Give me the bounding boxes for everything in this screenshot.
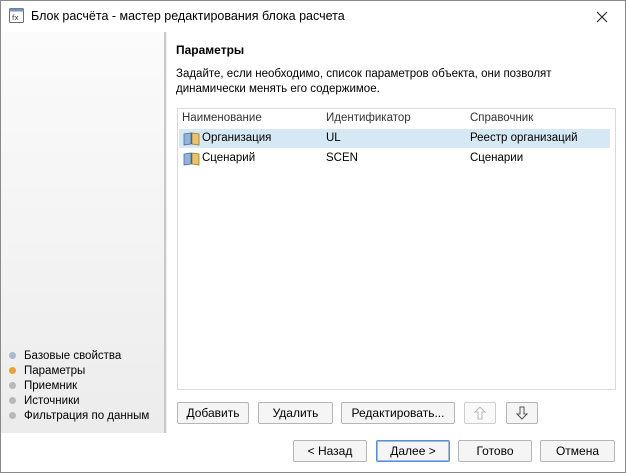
step-base-properties[interactable]: Базовые свойства [9,348,149,363]
cell-identifier: UL [326,132,341,144]
step-indicator-dot [9,412,16,419]
cancel-button[interactable]: Отмена [540,440,615,462]
page-title: Параметры [176,43,245,57]
move-down-button[interactable] [506,402,538,424]
step-indicator-dot [9,397,16,404]
cell-dictionary: Сценарии [470,152,524,164]
wizard-steps-list: Базовые свойства Параметры Приемник Исто… [9,348,149,423]
window-title: Блок расчёта - мастер редактирования бло… [31,9,345,23]
page-description: Задайте, если необходимо, список парамет… [176,68,552,95]
column-header-identifier[interactable]: Идентификатор [326,112,411,124]
step-label: Фильтрация по данным [24,409,150,422]
close-icon [596,11,608,22]
move-up-button[interactable] [464,402,496,424]
step-label: Приемник [24,379,78,392]
table-row[interactable]: Организация UL Реестр организаций [179,129,610,148]
delete-button[interactable]: Удалить [258,402,333,424]
add-button[interactable]: Добавить [177,402,249,424]
arrow-up-icon [474,406,486,420]
step-receiver[interactable]: Приемник [9,378,149,393]
svg-text:fx: fx [12,14,19,22]
close-button[interactable] [579,1,625,32]
wizard-window: fx Блок расчёта - мастер редактирования … [0,0,626,473]
parameters-table[interactable]: Наименование Идентификатор Справочник Ор… [177,108,616,390]
dictionary-book-icon [183,132,200,146]
table-row[interactable]: Сценарий SCEN Сценарии [179,149,610,168]
dictionary-book-icon [183,152,200,166]
cell-dictionary: Реестр организаций [470,132,578,144]
column-header-dictionary[interactable]: Справочник [470,112,533,124]
step-label: Параметры [24,364,86,377]
table-header: Наименование Идентификатор Справочник [178,109,615,129]
title-bar: fx Блок расчёта - мастер редактирования … [1,1,625,32]
edit-button[interactable]: Редактировать... [341,402,455,424]
arrow-down-icon [516,406,528,420]
next-button[interactable]: Далее > [376,440,450,462]
back-button[interactable]: < Назад [293,440,367,462]
cell-identifier: SCEN [326,152,358,164]
step-data-filtering[interactable]: Фильтрация по данным [9,408,149,423]
step-indicator-dot [9,382,16,389]
step-sources[interactable]: Источники [9,393,149,408]
cell-name: Сценарий [202,152,256,164]
step-label: Источники [24,394,80,407]
cell-name: Организация [202,132,272,144]
done-button[interactable]: Готово [458,440,532,462]
nav-divider [164,32,167,433]
step-label: Базовые свойства [24,349,122,362]
step-parameters[interactable]: Параметры [9,363,149,378]
step-indicator-dot-active [9,367,16,374]
column-header-name[interactable]: Наименование [182,112,262,124]
step-indicator-dot [9,352,16,359]
calculation-block-icon: fx [9,8,24,23]
